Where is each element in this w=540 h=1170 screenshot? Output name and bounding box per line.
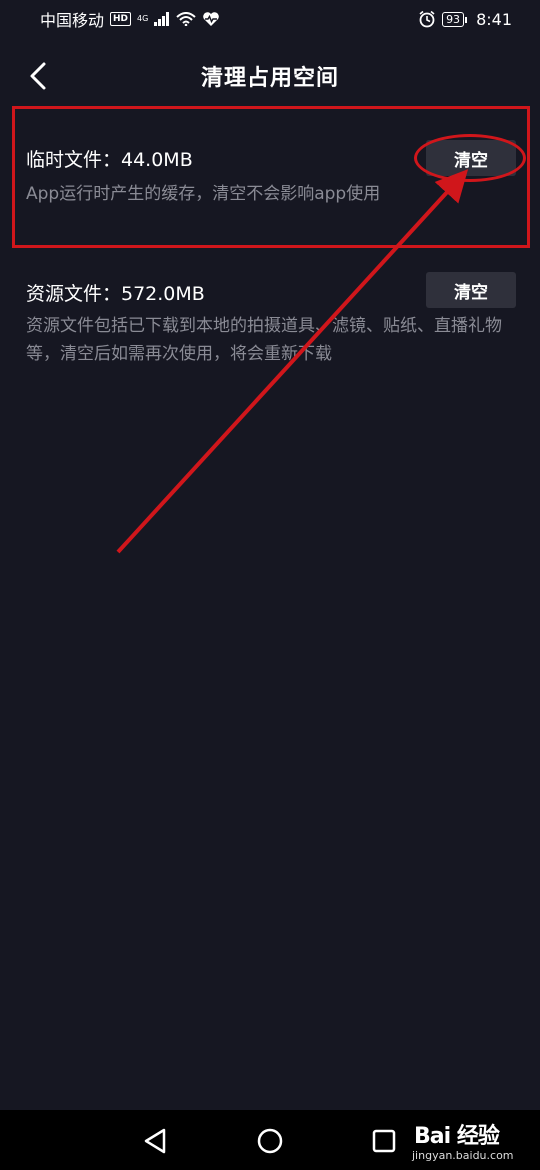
baidu-jingyan-watermark: Bai 经验 jingyan.baidu.com [410, 1118, 536, 1166]
highlight-ellipse [414, 134, 526, 182]
header: 清理占用空间 [0, 40, 540, 112]
resource-files-desc: 资源文件包括已下载到本地的拍摄道具、滤镜、贴纸、直播礼物等，清空后如需再次使用，… [26, 316, 502, 364]
nav-back-button[interactable] [138, 1124, 172, 1158]
alarm-icon [419, 10, 435, 28]
clear-resource-button[interactable]: 清空 [426, 272, 516, 308]
page-title: 清理占用空间 [200, 66, 339, 91]
triangle-back-icon [144, 1128, 166, 1154]
resource-files-title: 资源文件：572.0MB [26, 283, 205, 305]
watermark-site: jingyan.baidu.com [412, 1149, 514, 1162]
square-recents-icon [372, 1129, 396, 1153]
chevron-left-icon [30, 62, 46, 90]
wifi-icon [176, 12, 196, 26]
watermark-logo: Bai 经验 [414, 1124, 500, 1149]
carrier-label: 中国移动 [40, 11, 105, 30]
status-left: 中国移动 HD 4G [40, 7, 220, 31]
battery-icon: 93 [442, 11, 468, 27]
network-type: 4G [137, 15, 148, 23]
circle-home-icon [257, 1128, 283, 1154]
hd-badge: HD [110, 12, 132, 26]
clock-time: 8:41 [476, 9, 512, 29]
nav-home-button[interactable] [253, 1124, 287, 1158]
signal-icon [154, 12, 170, 26]
screen: 中国移动 HD 4G 93 8:41 清理占用空间 临时文件：44.0MB Ap… [0, 0, 540, 1170]
network-label: 4G [137, 14, 149, 23]
resource-files-section: 资源文件：572.0MB 资源文件包括已下载到本地的拍摄道具、滤镜、贴纸、直播礼… [0, 262, 540, 382]
status-bar: 中国移动 HD 4G 93 8:41 [0, 0, 540, 38]
status-right: 93 8:41 [418, 10, 512, 29]
battery-level: 93 [446, 12, 461, 26]
heart-rate-icon [203, 12, 220, 26]
back-button[interactable] [18, 54, 58, 98]
nav-recents-button[interactable] [367, 1124, 401, 1158]
